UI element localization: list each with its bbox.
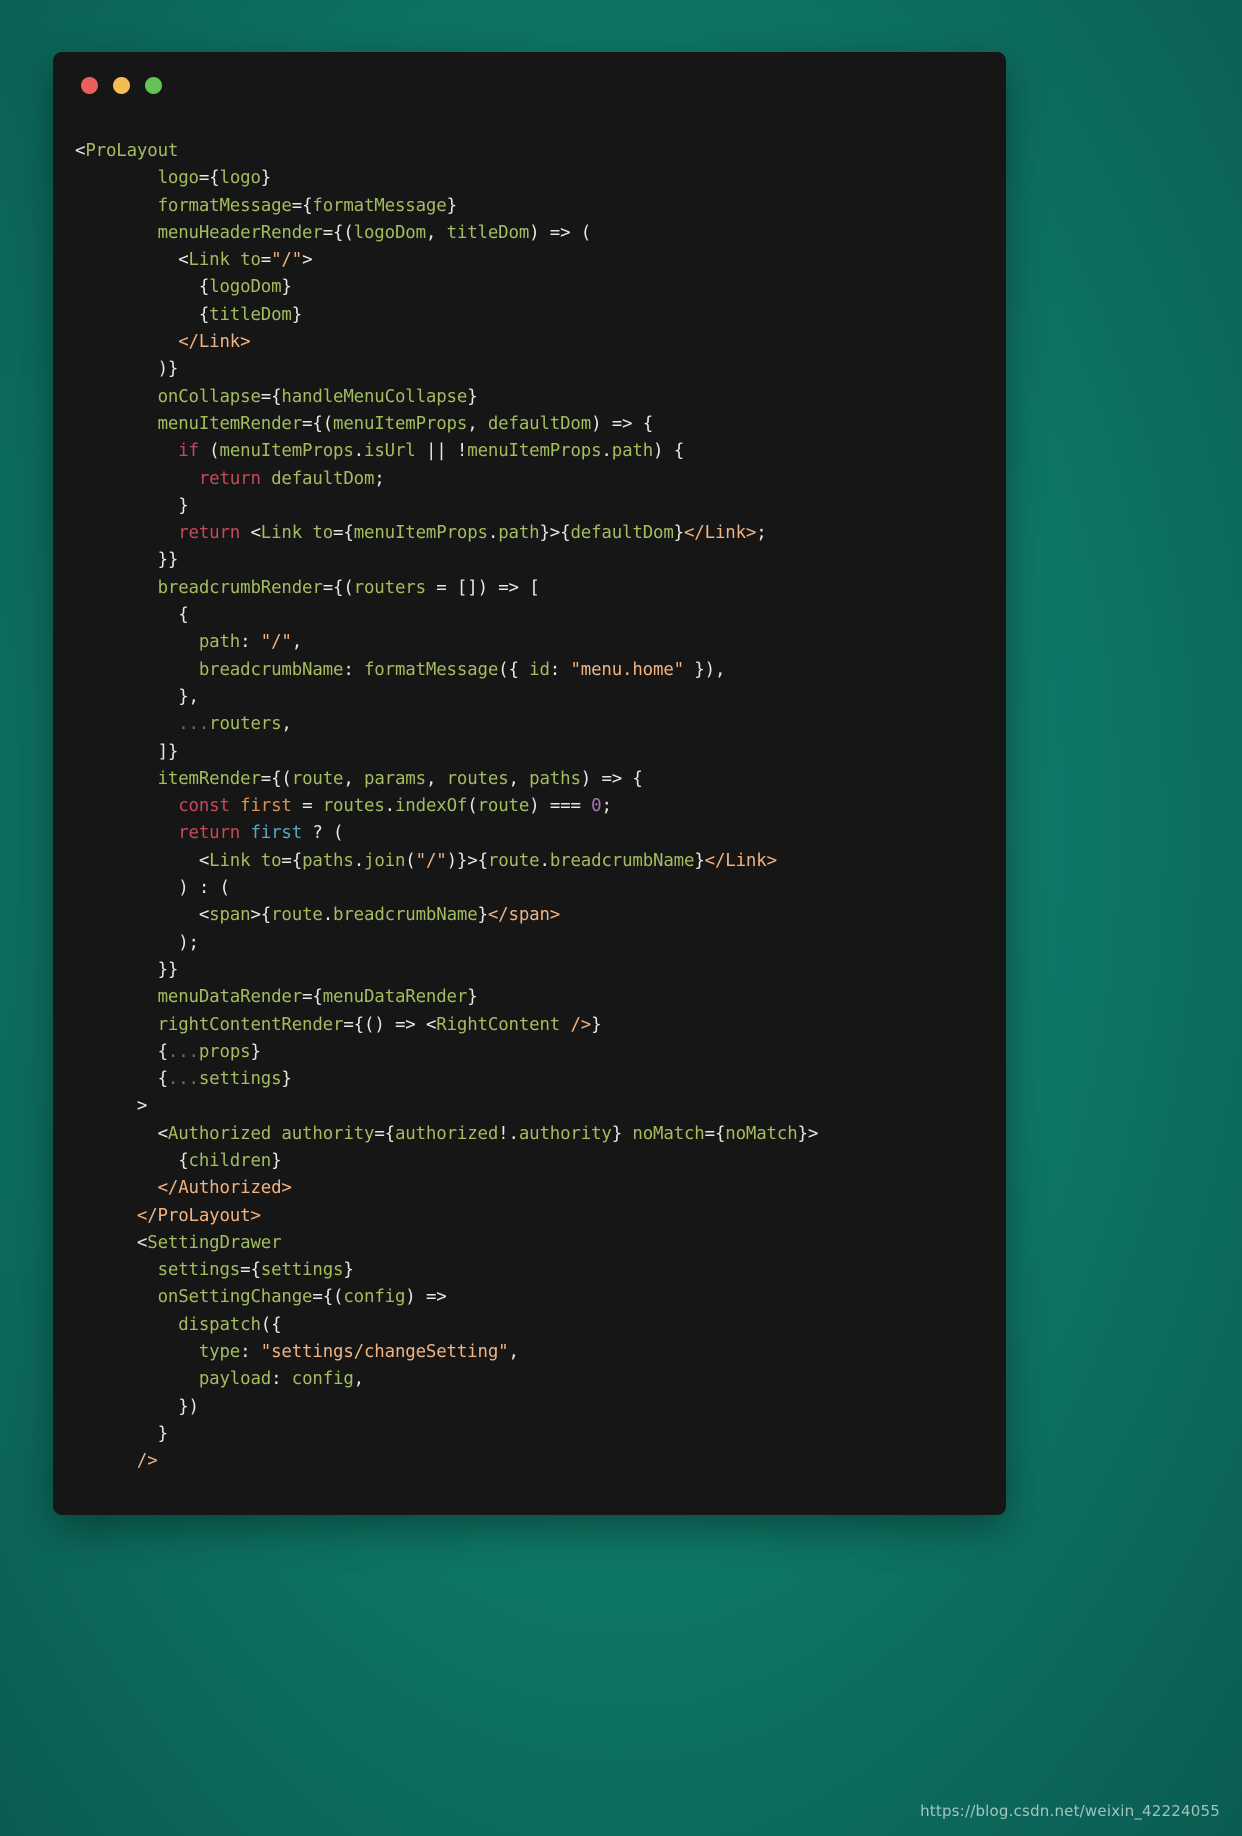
code-line: logo={logo} xyxy=(157,168,272,189)
watermark-url: https://blog.csdn.net/weixin_42224055 xyxy=(920,1802,1220,1820)
code-line: }, xyxy=(178,686,199,707)
code-line: }) xyxy=(178,1396,199,1417)
code-line: payload: config, xyxy=(198,1369,364,1390)
code-line: {...props} xyxy=(157,1041,261,1062)
code-line: itemRender={(route, params, routes, path… xyxy=(157,768,643,789)
code-line: return defaultDom; xyxy=(198,468,385,489)
code-line: if (menuItemProps.isUrl || !menuItemProp… xyxy=(178,441,685,462)
code-line: } xyxy=(178,495,189,516)
code-line: ...routers, xyxy=(178,714,292,735)
close-window-button[interactable] xyxy=(81,76,98,94)
code-line: ]} xyxy=(157,741,179,762)
code-line: <span>{route.breadcrumbName}</span> xyxy=(198,905,561,926)
code-line: {...settings} xyxy=(157,1069,292,1090)
code-line: /> xyxy=(136,1451,158,1472)
code-line: <Authorized authority={authorized!.autho… xyxy=(157,1123,819,1144)
code-line: breadcrumbRender={(routers = []) => [ xyxy=(157,577,540,598)
code-line: ); xyxy=(178,932,199,953)
code-window: <ProLayout logo={logo} formatMessage={fo… xyxy=(53,52,1006,1515)
code-line: onCollapse={handleMenuCollapse} xyxy=(157,386,478,407)
code-line: path: "/", xyxy=(198,632,303,653)
code-line: const first = routes.indexOf(route) === … xyxy=(178,796,612,817)
code-block: <ProLayout logo={logo} formatMessage={fo… xyxy=(53,118,1006,1476)
code-line: </Link> xyxy=(178,332,251,353)
code-line: )} xyxy=(157,359,179,380)
code-line: }} xyxy=(157,550,179,571)
code-line: <Link to="/"> xyxy=(178,250,313,271)
code-line: onSettingChange={(config) => xyxy=(157,1287,447,1308)
code-line: return <Link to={menuItemProps.path}>{de… xyxy=(178,523,767,544)
code-line: {titleDom} xyxy=(198,304,303,325)
code-line: return first ? ( xyxy=(178,823,344,844)
window-titlebar xyxy=(53,52,1006,118)
code-line: breadcrumbName: formatMessage({ id: "men… xyxy=(198,659,726,680)
code-line: menuHeaderRender={(logoDom, titleDom) =>… xyxy=(157,222,592,243)
code-line: </Authorized> xyxy=(157,1178,292,1199)
maximize-window-button[interactable] xyxy=(145,76,162,94)
code-line: ) : ( xyxy=(178,878,230,899)
code-line: } xyxy=(157,1423,168,1444)
code-line: settings={settings} xyxy=(157,1260,354,1281)
code-line: rightContentRender={() => <RightContent … xyxy=(157,1014,602,1035)
minimize-window-button[interactable] xyxy=(113,76,130,94)
code-line: { xyxy=(178,605,189,626)
code-line: > xyxy=(136,1096,148,1117)
code-line: {children} xyxy=(178,1150,282,1171)
code-line: formatMessage={formatMessage} xyxy=(157,195,457,216)
code-line: }} xyxy=(157,959,179,980)
code-line: dispatch({ xyxy=(178,1314,282,1335)
code-line: type: "settings/changeSetting", xyxy=(198,1342,519,1363)
code-line: {logoDom} xyxy=(198,277,292,298)
code-line: menuItemRender={(menuItemProps, defaultD… xyxy=(157,413,654,434)
code-line: <ProLayout xyxy=(75,141,179,161)
code-line: </ProLayout> xyxy=(136,1205,261,1226)
code-line: menuDataRender={menuDataRender} xyxy=(157,987,478,1008)
code-line: <Link to={paths.join("/")}>{route.breadc… xyxy=(198,850,777,871)
code-line: <SettingDrawer xyxy=(136,1232,282,1253)
